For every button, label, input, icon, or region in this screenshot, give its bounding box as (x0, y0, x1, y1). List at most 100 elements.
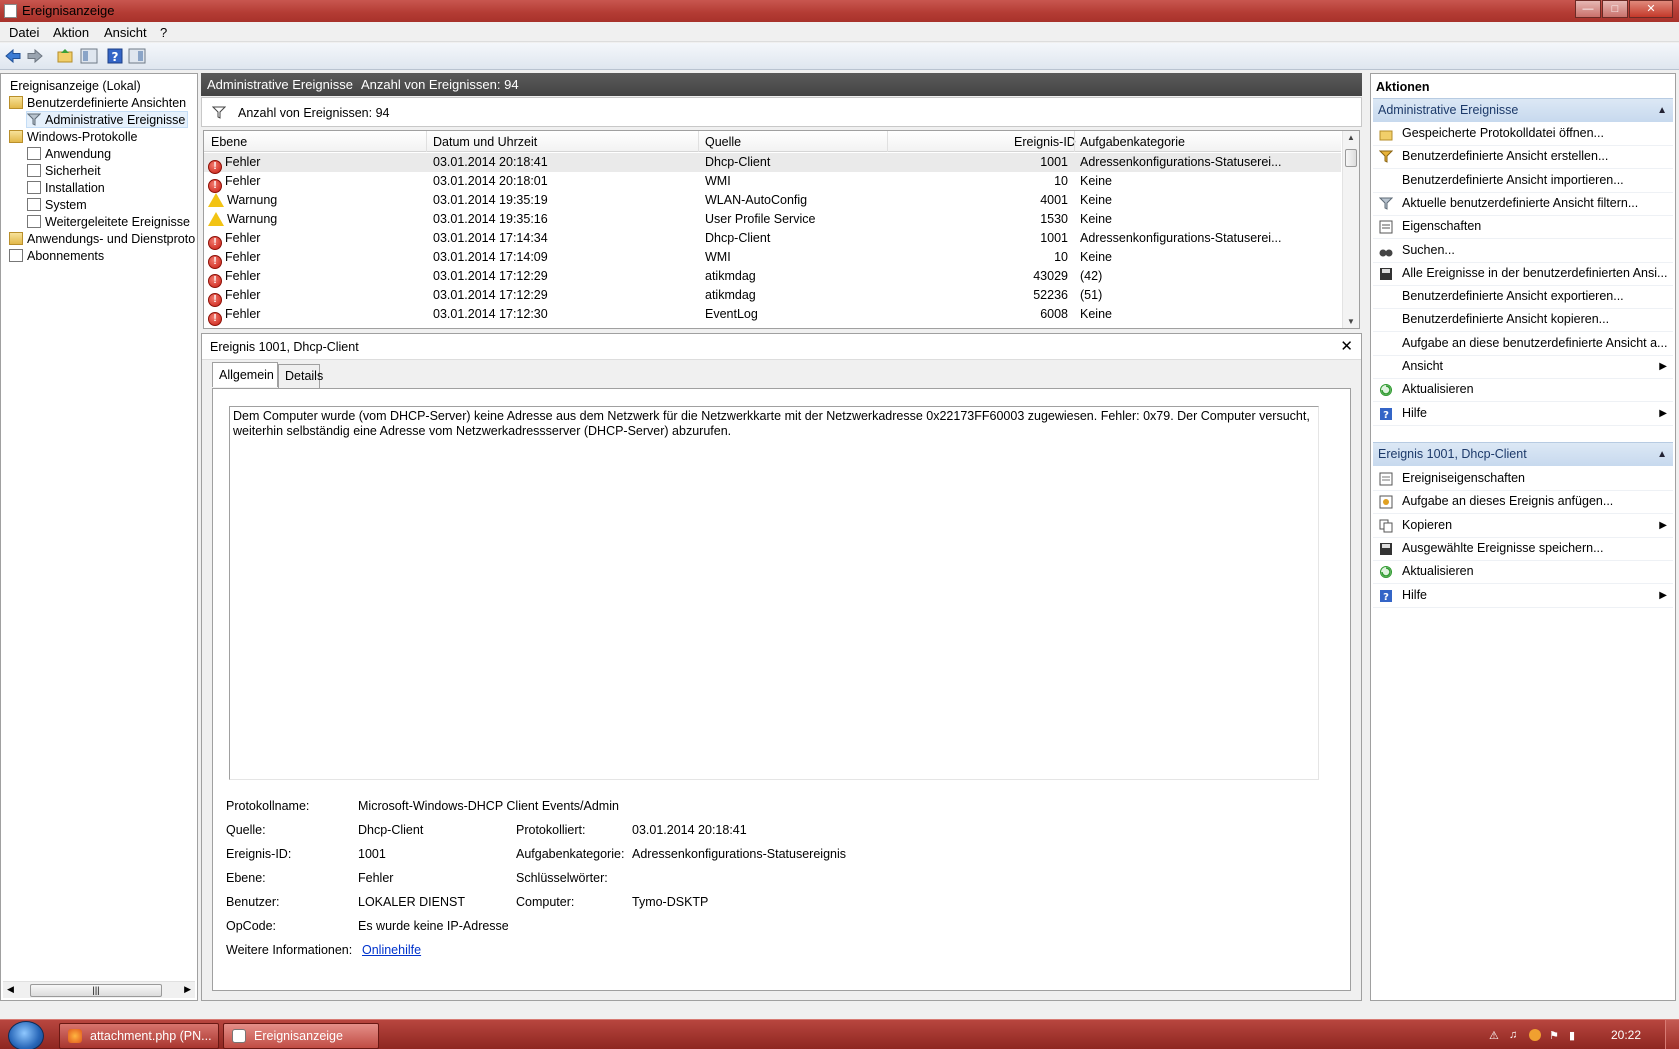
action-item[interactable]: Benutzerdefinierte Ansicht erstellen... (1373, 145, 1673, 170)
action-item[interactable]: Aktualisieren (1373, 378, 1673, 403)
taskbar-firefox[interactable]: attachment.php (PN... (59, 1023, 219, 1049)
value-level[interactable]: Fehler (358, 871, 393, 885)
close-detail-icon[interactable]: ✕ (1340, 337, 1353, 355)
action-item[interactable]: Aktuelle benutzerdefinierte Ansicht filt… (1373, 192, 1673, 216)
maximize-button[interactable]: □ (1602, 0, 1628, 18)
minimize-button[interactable]: — (1575, 0, 1601, 18)
cell-level: ! Fehler (208, 153, 423, 174)
tree-log-sicherheit[interactable]: Sicherheit (27, 163, 101, 180)
value-opcode[interactable]: Es wurde keine IP-Adresse zu (358, 919, 508, 933)
show-desktop-button[interactable] (1665, 1020, 1679, 1049)
section-admin-events[interactable]: Administrative Ereignisse ▲ (1373, 98, 1673, 122)
column-divider[interactable] (426, 131, 427, 152)
show-hide-action-pane-icon[interactable] (128, 47, 146, 65)
value-computer[interactable]: Tymo-DSKTP (632, 895, 708, 909)
clock[interactable]: 20:22 (1611, 1028, 1641, 1042)
collapse-caret-icon[interactable]: ▲ (1657, 99, 1667, 122)
event-row[interactable]: ! Fehler 03.01.2014 17:12:29 atikmdag 52236 (… (204, 286, 1341, 307)
scroll-down-arrow-icon[interactable]: ▼ (1347, 317, 1355, 326)
action-item[interactable]: Ereigniseigenschaften (1373, 467, 1673, 491)
app-tray-icon[interactable] (1529, 1029, 1541, 1041)
scroll-left-arrow-icon[interactable]: ◀ (7, 984, 14, 995)
action-item[interactable]: Gespeicherte Protokolldatei öffnen... (1373, 122, 1673, 146)
col-event-id[interactable]: Ereignis-ID (1014, 135, 1076, 149)
menu-datei[interactable]: Datei (9, 25, 39, 40)
tree-custom-views[interactable]: Benutzerdefinierte Ansichten (9, 95, 186, 112)
tree-log-system[interactable]: System (27, 197, 87, 214)
event-list-vertical-scrollbar[interactable]: ▲ ▼ (1342, 131, 1359, 328)
value-event-id[interactable]: 1001 (358, 847, 386, 861)
up-folder-icon[interactable] (56, 47, 74, 65)
tree-admin-events[interactable]: Administrative Ereignisse (26, 111, 189, 128)
menu-ansicht[interactable]: Ansicht (104, 25, 147, 40)
forward-arrow-icon[interactable] (26, 47, 44, 65)
column-divider[interactable] (1074, 131, 1075, 152)
log-icon (27, 215, 41, 228)
start-button[interactable] (8, 1021, 44, 1049)
scroll-right-arrow-icon[interactable]: ▶ (184, 984, 191, 995)
column-divider[interactable] (698, 131, 699, 152)
event-row[interactable]: Warnung 03.01.2014 19:35:16 User Profile S… (204, 210, 1341, 229)
signal-strength-icon[interactable]: ▮ (1569, 1029, 1581, 1042)
event-row[interactable]: ! Fehler 03.01.2014 17:14:34 Dhcp-Client 100… (204, 229, 1341, 250)
event-row[interactable]: ! Fehler 03.01.2014 17:12:30 EventLog 6008 Ke… (204, 305, 1341, 326)
tree-horizontal-scrollbar[interactable]: ◀ ||| ▶ (3, 981, 195, 998)
cell-source: atikmdag (705, 269, 756, 283)
section-event-1001[interactable]: Ereignis 1001, Dhcp-Client ▲ (1373, 442, 1673, 466)
tab-details[interactable]: Details (278, 364, 323, 388)
tree-log-installation[interactable]: Installation (27, 180, 105, 197)
action-item[interactable]: Aufgabe an dieses Ereignis anfügen... (1373, 490, 1673, 515)
collapse-caret-icon[interactable]: ▲ (1657, 443, 1667, 466)
action-center-flag-icon[interactable]: ⚑ (1549, 1029, 1561, 1042)
action-item[interactable]: Ausgewählte Ereignisse speichern... (1373, 537, 1673, 561)
col-task-category[interactable]: Aufgabenkategorie (1080, 135, 1185, 149)
tab-allgemein[interactable]: Allgemein (212, 362, 278, 387)
event-row[interactable]: ! Fehler 03.01.2014 20:18:41 Dhcp-Client 100… (204, 153, 1341, 174)
action-item[interactable]: Benutzerdefinierte Ansicht importieren..… (1373, 169, 1673, 193)
help-icon[interactable]: ? (106, 47, 124, 65)
tree-log-forwarded[interactable]: Weitergeleitete Ereignisse (27, 214, 190, 231)
tree-log-anwendung[interactable]: Anwendung (27, 146, 111, 163)
menu-help[interactable]: ? (160, 25, 167, 40)
event-row[interactable]: ! Fehler 03.01.2014 17:12:29 atikmdag 43029 (… (204, 267, 1341, 288)
menu-aktion[interactable]: Aktion (53, 25, 89, 40)
tree-subscriptions[interactable]: Abonnements (9, 248, 104, 265)
action-item[interactable]: Aktualisieren (1373, 560, 1673, 585)
tree-windows-logs[interactable]: Windows-Protokolle (9, 129, 137, 146)
tree-root-event-viewer[interactable]: Ereignisanzeige (Lokal) (10, 78, 141, 95)
col-date[interactable]: Datum und Uhrzeit (433, 135, 537, 149)
action-item[interactable]: Kopieren ▶ (1373, 514, 1673, 538)
value-log-name[interactable]: Microsoft-Windows-DHCP Client Events/Adm… (358, 799, 619, 813)
value-source[interactable]: Dhcp-Client (358, 823, 423, 837)
value-task-category[interactable]: Adressenkonfigurations-Statusereignis (632, 847, 846, 861)
value-logged[interactable]: 03.01.2014 20:18:41 (632, 823, 747, 837)
online-help-link[interactable]: Onlinehilfe (362, 943, 421, 957)
action-item[interactable]: Alle Ereignisse in der benutzerdefiniert… (1373, 262, 1673, 286)
close-button[interactable]: ✕ (1629, 0, 1673, 18)
network-warning-icon[interactable]: ⚠ (1489, 1029, 1501, 1042)
tree-app-services[interactable]: Anwendungs- und Dienstproto (9, 231, 195, 248)
action-item[interactable]: Benutzerdefinierte Ansicht kopieren... (1373, 308, 1673, 333)
scrollbar-thumb[interactable]: ||| (30, 984, 162, 997)
action-item[interactable]: Suchen... (1373, 239, 1673, 263)
action-item[interactable]: Aufgabe an diese benutzerdefinierte Ansi… (1373, 332, 1673, 356)
volume-icon[interactable]: ♫ (1509, 1029, 1521, 1041)
scrollbar-thumb[interactable] (1345, 149, 1357, 167)
action-item[interactable]: Ansicht ▶ (1373, 355, 1673, 379)
back-arrow-icon[interactable] (4, 47, 22, 65)
action-item[interactable]: Eigenschaften (1373, 215, 1673, 240)
col-source[interactable]: Quelle (705, 135, 741, 149)
event-row[interactable]: Warnung 03.01.2014 19:35:19 WLAN-AutoConfi… (204, 191, 1341, 210)
action-item[interactable]: ? Hilfe ▶ (1373, 402, 1673, 426)
show-hide-tree-icon[interactable] (80, 47, 98, 65)
action-item[interactable]: Benutzerdefinierte Ansicht exportieren..… (1373, 285, 1673, 310)
scroll-up-arrow-icon[interactable]: ▲ (1347, 133, 1355, 142)
col-level[interactable]: Ebene (211, 135, 247, 149)
value-user[interactable]: LOKALER DIENST (358, 895, 465, 909)
event-row[interactable]: ! Fehler 03.01.2014 20:18:01 WMI 10 Keine (204, 172, 1341, 193)
column-divider[interactable] (887, 131, 888, 152)
event-message[interactable]: Dem Computer wurde (vom DHCP-Server) kei… (229, 406, 1319, 780)
event-row[interactable]: ! Fehler 03.01.2014 17:14:09 WMI 10 Keine (204, 248, 1341, 269)
action-item[interactable]: ? Hilfe ▶ (1373, 584, 1673, 608)
taskbar-event-viewer[interactable]: Ereignisanzeige (223, 1023, 379, 1049)
